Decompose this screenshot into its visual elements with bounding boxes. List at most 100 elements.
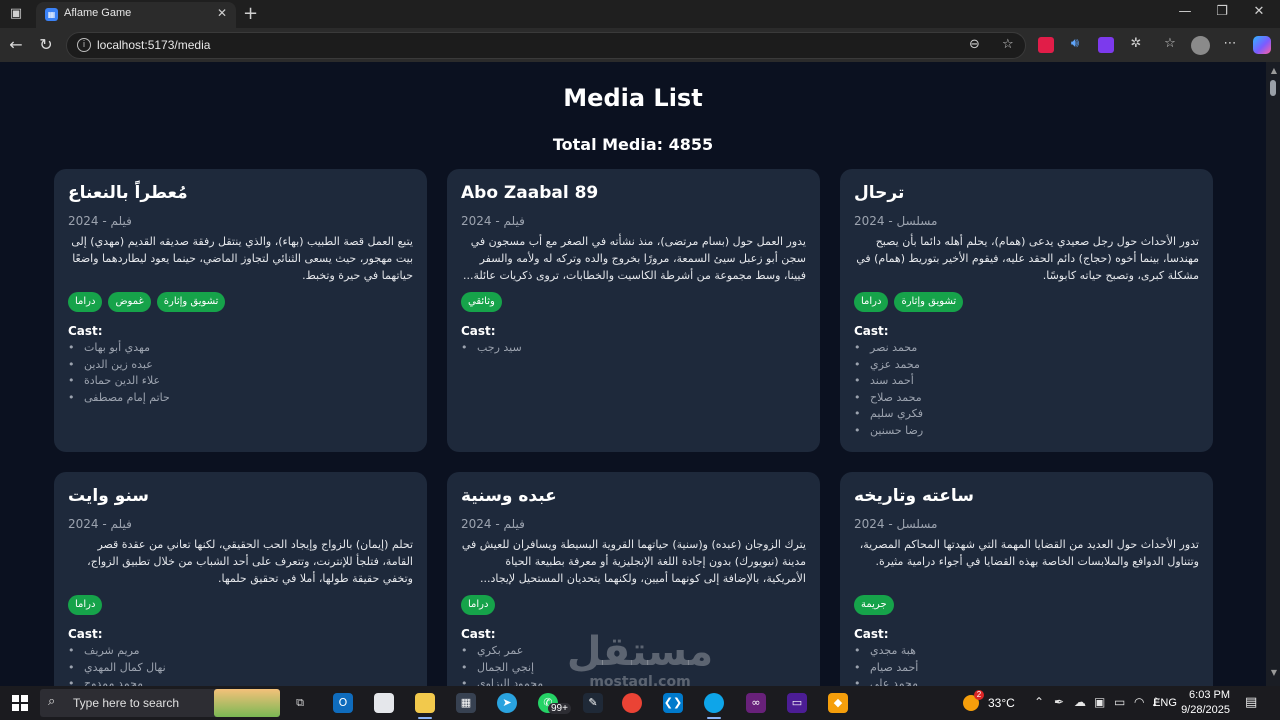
start-button[interactable] [12,695,28,711]
cast-member: محمود البزاوي [461,676,543,686]
extensions-icon[interactable]: ✲ [1127,36,1145,51]
card-meta: مسلسل - 2024 [854,517,938,531]
clock-time[interactable]: 6:03 PM [1186,689,1230,701]
notifications-icon[interactable]: ▤ [1245,695,1257,710]
vscode-icon[interactable]: ❮❯ [663,693,683,713]
genre-tag: دراما [68,595,103,615]
display-icon[interactable]: ▣ [1094,695,1105,709]
cast-member: علاء الدين حمادة [68,373,170,390]
app-icon-2[interactable]: ◆ [828,693,848,713]
media-card[interactable]: ساعته وتاريخه مسلسل - 2024 تدور الأحداث … [840,472,1213,686]
visual-studio-icon[interactable]: ∞ [746,693,766,713]
show-hidden-icons[interactable]: ⌃ [1034,695,1044,709]
terminal-icon[interactable]: ▭ [787,693,807,713]
tab-title: Aflame Game [64,7,132,19]
search-highlight-image [214,689,280,717]
taskbar-search[interactable]: ⌕ Type here to search [40,689,280,717]
card-meta: فيلم - 2024 [68,214,132,228]
cast-member: أحمد سند [854,373,923,390]
reading-mode-icon[interactable]: ⊖ [969,37,980,52]
card-title: سنو وايت [68,486,150,506]
scroll-thumb[interactable] [1270,80,1276,96]
tab-actions-icon[interactable]: ▣ [8,6,24,22]
task-view-icon[interactable]: ⧉ [290,693,310,713]
reload-icon[interactable]: ↻ [36,35,56,54]
cast-list: هبة مجدي أحمد صيام محمد علي [854,643,918,686]
genre-tag: دراما [854,292,889,312]
cast-label: Cast: [461,627,496,641]
card-description: يتبع العمل قصة الطبيب (بهاء)، والذي ينتق… [71,235,413,282]
wifi-icon[interactable]: ◠ [1134,695,1144,709]
card-description: تحلم (إيمان) بالزواج وإيجاد الحب الحقيقي… [87,538,413,585]
cast-list: مهدي أبو بهات عبده زين الدين علاء الدين … [68,340,170,406]
media-card[interactable]: سنو وايت فيلم - 2024 تحلم (إيمان) بالزوا… [54,472,427,686]
maximize-icon[interactable]: ❐ [1207,4,1237,19]
genre-tags: دراما [68,595,103,615]
minimize-icon[interactable]: — [1170,4,1200,19]
watermark: مستقل mostaql.com [560,632,720,690]
extension-2-icon[interactable] [1098,37,1114,53]
close-window-icon[interactable]: ✕ [1244,4,1274,19]
site-info-icon[interactable]: i [77,38,91,52]
outlook-icon[interactable]: O [333,693,353,713]
cast-member: هبة مجدي [854,643,918,660]
back-icon[interactable]: ← [6,35,26,54]
whatsapp-badge: 99+ [548,703,571,714]
snipping-tool-icon[interactable] [374,693,394,713]
address-bar[interactable]: i localhost:5173/media ⊖ ☆ [66,32,1026,59]
cast-member: رضا حسنين [854,423,923,440]
media-card[interactable]: Abo Zaabal 89 فيلم - 2024 يدور العمل حول… [447,169,820,452]
more-menu-icon[interactable]: ⋯ [1221,36,1239,51]
profile-avatar[interactable] [1191,36,1210,55]
cast-member: مريم شريف [68,643,166,660]
card-meta: فيلم - 2024 [68,517,132,531]
new-tab-icon[interactable]: + [243,3,258,24]
page-scrollbar[interactable] [1266,62,1280,686]
cast-list: سيد رجب [461,340,522,357]
card-meta: مسلسل - 2024 [854,214,938,228]
cast-label: Cast: [68,627,103,641]
card-title: Abo Zaabal 89 [461,183,599,203]
cast-member: عمر بكري [461,643,543,660]
pen-icon[interactable]: ✒ [1054,695,1064,709]
genre-tags: جريمة [854,595,894,615]
cast-label: Cast: [854,627,889,641]
cast-member: عبده زين الدين [68,357,170,374]
file-explorer-icon[interactable] [415,693,435,713]
cast-label: Cast: [854,324,889,338]
cast-list: عمر بكري إنجي الجمال محمود البزاوي [461,643,543,686]
cast-member: محمد نصر [854,340,923,357]
calculator-icon[interactable]: ▦ [456,693,476,713]
media-card[interactable]: مُعطراً بالنعناع فيلم - 2024 يتبع العمل … [54,169,427,452]
card-meta: فيلم - 2024 [461,214,525,228]
browser-tab[interactable]: ▦ Aflame Game ✕ [36,2,236,28]
cast-member: سيد رجب [461,340,522,357]
favorite-star-icon[interactable]: ☆ [1002,37,1014,52]
media-card[interactable]: ترحال مسلسل - 2024 تدور الأحداث حول رجل … [840,169,1213,452]
genre-tag: دراما [461,595,496,615]
url-text[interactable]: localhost:5173/media [97,38,210,52]
active-indicator [707,717,721,719]
scroll-down-icon[interactable]: ▼ [1271,668,1277,677]
battery-icon[interactable]: ▭ [1114,695,1125,709]
genre-tags: دراما تشويق وإثارة [854,292,964,312]
close-tab-icon[interactable]: ✕ [217,6,227,20]
app-icon[interactable]: ✎ [583,693,603,713]
extension-1-icon[interactable] [1038,37,1054,53]
card-description: تدور الأحداث حول العديد من القضايا المهم… [859,538,1199,568]
chrome-icon[interactable] [622,693,642,713]
cloud-icon[interactable]: ☁ [1074,695,1086,709]
language-indicator[interactable]: ENG [1153,697,1177,709]
audio-icon[interactable]: 🔊︎ [1066,36,1084,51]
weather-temp[interactable]: 33°C [988,696,1015,710]
copilot-icon[interactable] [1253,36,1271,54]
scroll-up-icon[interactable]: ▲ [1271,66,1277,75]
clock-date[interactable]: 9/28/2025 [1180,704,1230,716]
genre-tag: وثائقي [461,292,502,312]
favorites-icon[interactable]: ☆ [1161,36,1179,51]
browser-tabstrip: ▣ ▦ Aflame Game ✕ + — ❐ ✕ [0,0,1280,28]
telegram-icon[interactable]: ➤ [497,693,517,713]
genre-tag: جريمة [854,595,894,615]
edge-icon[interactable] [704,693,724,713]
cast-list: محمد نصر محمد عزي أحمد سند محمد صلاح فكر… [854,340,923,440]
